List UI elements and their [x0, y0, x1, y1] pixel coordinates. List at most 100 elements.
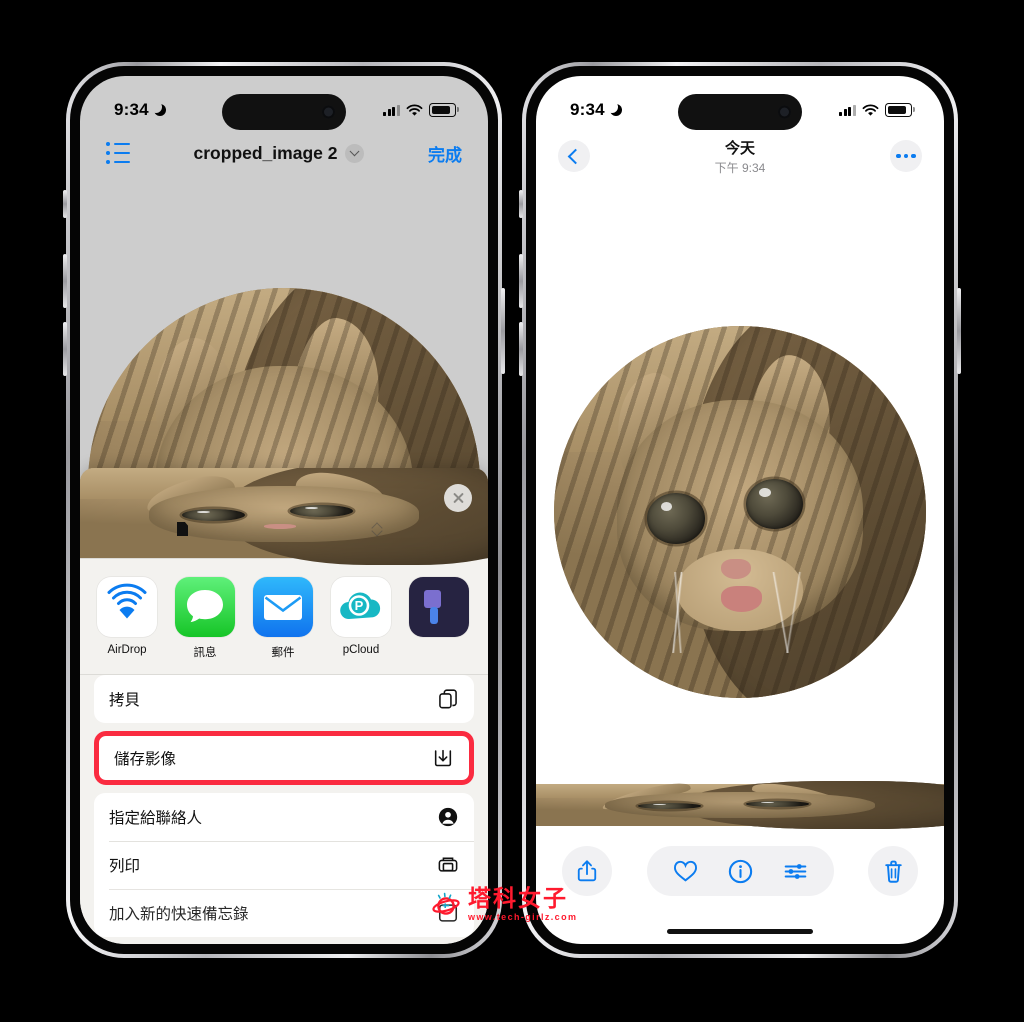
- action-label: 指定給聯絡人: [109, 810, 203, 827]
- chevron-left-icon: [567, 148, 584, 164]
- list-bullets-icon[interactable]: [106, 142, 130, 164]
- photo-subtitle: 下午 9:34: [714, 160, 766, 175]
- info-icon[interactable]: [728, 859, 753, 884]
- share-app-mail[interactable]: 郵件: [252, 577, 314, 660]
- left-phone-bezel: 9:34 cropped_image 2 完成 AirDrop 訊息 郵件 P …: [70, 66, 498, 954]
- share-app-messages[interactable]: 訊息: [174, 577, 236, 660]
- action-copy[interactable]: 拷貝: [94, 675, 474, 723]
- chevron-down-icon[interactable]: [345, 143, 365, 163]
- delete-button[interactable]: [868, 846, 918, 896]
- action-group-copy: 拷貝: [94, 675, 474, 723]
- status-time-group: 9:34: [570, 100, 622, 120]
- wifi-icon: [862, 104, 879, 116]
- action-label: 加入新的快速備忘錄: [109, 906, 249, 923]
- share-app-airdrop[interactable]: AirDrop: [96, 577, 158, 660]
- home-indicator[interactable]: [667, 929, 813, 934]
- action-label: 儲存影像: [114, 751, 177, 768]
- quick-note-icon: [438, 904, 458, 922]
- power-button[interactable]: [957, 288, 961, 374]
- dynamic-island: [678, 94, 802, 130]
- action-save-image[interactable]: 儲存影像: [99, 736, 469, 780]
- image-thumbnail: [80, 468, 488, 566]
- action-group-rest: 指定給聯絡人 列印 加入新的快速備忘錄: [94, 793, 474, 937]
- page-title: cropped_image 2: [193, 142, 338, 163]
- action-assign-to-contact[interactable]: 指定給聯絡人: [94, 793, 474, 841]
- close-icon[interactable]: [444, 484, 472, 512]
- mute-button[interactable]: [63, 190, 67, 218]
- filmstrip-thumb-selected[interactable]: [536, 779, 944, 830]
- front-camera-icon: [778, 105, 791, 119]
- crescent-moon-icon: [605, 101, 622, 116]
- airdrop-icon: [97, 577, 157, 637]
- battery-icon: [885, 103, 915, 117]
- back-button[interactable]: [558, 140, 590, 172]
- right-phone-screen: 9:34 今天 下午 9:34: [536, 76, 944, 944]
- status-indicators: [839, 103, 915, 117]
- save-image-icon: [434, 749, 452, 767]
- left-phone-screen: 9:34 cropped_image 2 完成 AirDrop 訊息 郵件 P …: [80, 76, 488, 944]
- status-indicators: [383, 103, 459, 117]
- action-quick-note[interactable]: 加入新的快速備忘錄: [94, 889, 474, 937]
- messages-icon: [175, 577, 235, 637]
- volume-up-button[interactable]: [63, 254, 67, 308]
- volume-down-button[interactable]: [519, 322, 523, 376]
- crescent-moon-icon: [149, 101, 166, 116]
- assign-contact-icon: [438, 807, 458, 827]
- heart-icon[interactable]: [673, 860, 698, 883]
- action-print[interactable]: 列印: [94, 841, 474, 889]
- more-options-button[interactable]: [889, 140, 922, 172]
- signal-bars-icon: [839, 104, 856, 116]
- highlighted-action-wrapper: 儲存影像: [94, 731, 474, 785]
- mail-icon: [253, 577, 313, 637]
- share-sheet-header: cropped_image 2 傳送副本: [80, 468, 488, 566]
- photo-toolbar: [536, 846, 944, 896]
- share-app-label: pCloud: [342, 644, 380, 656]
- svg-text:P: P: [355, 598, 364, 613]
- status-time: 9:34: [570, 100, 605, 119]
- photo-action-pill: [646, 846, 834, 896]
- front-camera-icon: [322, 105, 335, 119]
- print-icon: [438, 857, 458, 872]
- share-action-list: 拷貝 儲存影像 指定給聯絡人 列印 加入新的快速備忘錄: [80, 675, 488, 937]
- share-sheet: cropped_image 2 傳送副本: [80, 468, 488, 944]
- wifi-icon: [406, 104, 423, 116]
- share-app-label: 訊息: [193, 647, 217, 659]
- status-time: 9:34: [114, 100, 149, 119]
- cat-image: [554, 326, 926, 698]
- share-icon: [577, 860, 597, 882]
- mute-button[interactable]: [519, 190, 523, 218]
- trash-icon: [884, 860, 902, 883]
- adjust-sliders-icon[interactable]: [783, 859, 808, 884]
- signal-bars-icon: [383, 104, 400, 116]
- red-highlight-box: 儲存影像: [94, 731, 474, 785]
- photo-filmstrip[interactable]: [536, 779, 944, 830]
- volume-up-button[interactable]: [519, 254, 523, 308]
- right-nav-bar: 今天 下午 9:34: [536, 130, 944, 182]
- dynamic-island: [222, 94, 346, 130]
- action-label: 拷貝: [109, 692, 141, 709]
- partial-app-icon: [409, 577, 469, 637]
- right-phone-bezel: 9:34 今天 下午 9:34: [526, 66, 954, 954]
- done-button[interactable]: 完成: [428, 141, 462, 166]
- status-time-group: 9:34: [114, 100, 166, 120]
- up-down-chevron-icon[interactable]: [372, 522, 383, 537]
- share-app-label: AirDrop: [107, 644, 147, 656]
- document-icon: [177, 522, 188, 536]
- photo-title: 今天: [724, 139, 755, 157]
- copy-icon: [439, 689, 457, 709]
- photo-viewer-image[interactable]: [554, 326, 926, 698]
- share-button[interactable]: [562, 846, 612, 896]
- share-app-partial[interactable]: [408, 577, 470, 660]
- battery-icon: [429, 103, 459, 117]
- pcloud-icon: P: [331, 577, 391, 637]
- left-phone-frame: 9:34 cropped_image 2 完成 AirDrop 訊息 郵件 P …: [63, 62, 505, 958]
- left-nav-bar: cropped_image 2 完成: [80, 130, 488, 176]
- share-app-pcloud[interactable]: P pCloud: [330, 577, 392, 660]
- share-app-row: AirDrop 訊息 郵件 P pCloud: [80, 559, 488, 675]
- photo-title-group: 今天 下午 9:34: [715, 137, 766, 176]
- volume-down-button[interactable]: [63, 322, 67, 376]
- right-phone-frame: 9:34 今天 下午 9:34: [519, 62, 961, 958]
- power-button[interactable]: [501, 288, 505, 374]
- action-label: 列印: [109, 858, 141, 875]
- file-title-group[interactable]: cropped_image 2: [194, 143, 365, 164]
